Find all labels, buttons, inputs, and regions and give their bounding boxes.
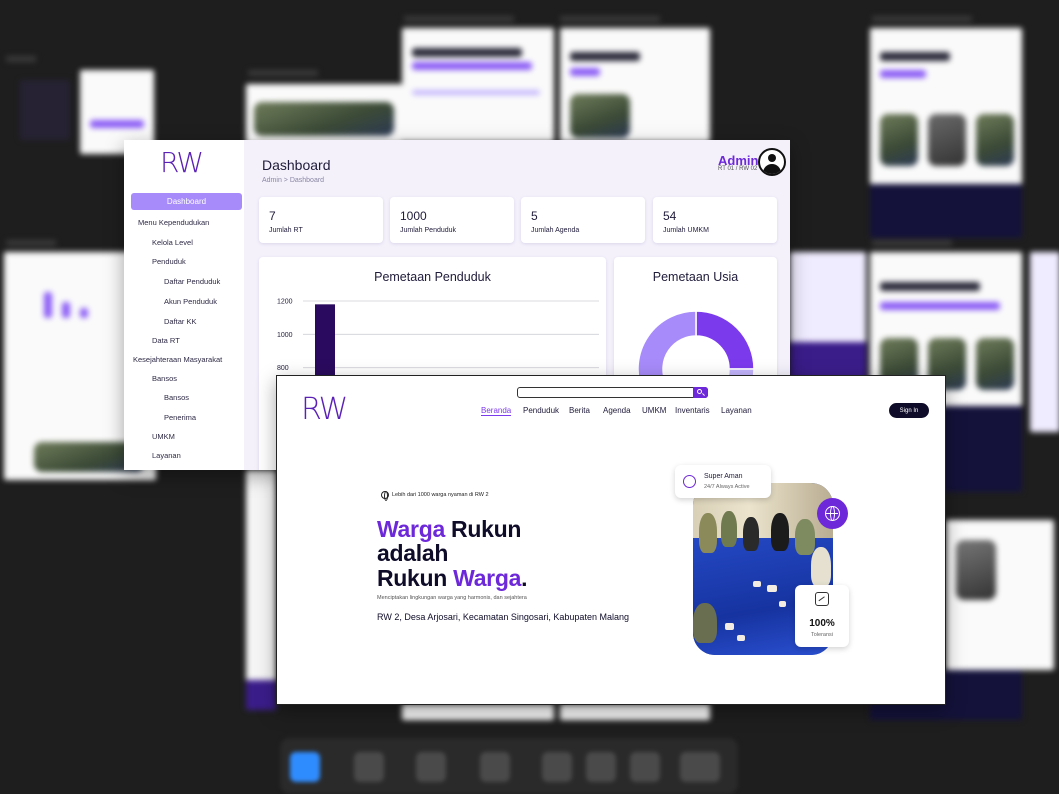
- shape-tool-icon[interactable]: [416, 752, 446, 782]
- hero-pill: Lebih dari 1000 warga nyaman di RW 2: [381, 491, 489, 501]
- frame-label: [560, 16, 660, 22]
- user-role: RT 01 / RW 02: [718, 166, 758, 172]
- sidebar-item-daftar-penduduk[interactable]: Daftar Penduduk: [164, 277, 220, 286]
- nav-beranda[interactable]: Beranda: [481, 406, 512, 416]
- frame-label: [6, 240, 56, 246]
- frame-logo: [20, 80, 70, 140]
- sidebar-item-bansos[interactable]: Bansos: [164, 393, 189, 402]
- stat-label: Jumlah Penduduk: [400, 227, 457, 234]
- frame-tool-icon[interactable]: [354, 752, 384, 782]
- move-tool-icon[interactable]: [290, 752, 320, 782]
- badge-label: Toleransi: [810, 632, 833, 638]
- y-tick-label: 1000: [277, 332, 293, 339]
- frame-label: [6, 56, 36, 62]
- y-tick-label: 1200: [277, 299, 293, 306]
- frame-label: [872, 16, 972, 22]
- frame-label: [872, 240, 952, 246]
- globe-icon: [381, 491, 389, 501]
- sidebar-item-penduduk[interactable]: Penduduk: [152, 257, 186, 266]
- badge-title: Super Aman: [704, 473, 743, 480]
- logo[interactable]: RW: [160, 146, 204, 179]
- stat-label: Jumlah Agenda: [531, 227, 580, 234]
- hero-headline-line2: adalah: [377, 540, 448, 567]
- hero-text: adalah: [377, 540, 449, 566]
- frame-umkm: [870, 28, 1022, 238]
- frame-label: [404, 16, 514, 22]
- stat-card-agenda: 5 Jumlah Agenda: [521, 197, 645, 243]
- dev-mode-toggle[interactable]: [680, 752, 720, 782]
- hero-text: .: [521, 565, 528, 591]
- nav-penduduk[interactable]: Penduduk: [523, 406, 559, 415]
- stat-value: 54: [663, 209, 677, 223]
- page-title: Dashboard: [262, 157, 331, 173]
- shield-icon: [683, 475, 696, 488]
- hero-accent: Warga: [377, 516, 445, 542]
- nav-inventaris[interactable]: Inventaris: [675, 406, 710, 415]
- sidebar-item-dashboard[interactable]: Dashboard: [131, 193, 242, 210]
- landing-page-frame: RW Beranda Penduduk Berita Agenda UMKM I…: [276, 375, 946, 705]
- pen-tool-icon[interactable]: [480, 752, 510, 782]
- sidebar-item-menu-kependudukan[interactable]: Menu Kependudukan: [138, 218, 209, 227]
- frame-label: [248, 70, 318, 76]
- comment-tool-icon[interactable]: [586, 752, 616, 782]
- stat-label: Jumlah RT: [269, 227, 303, 234]
- frame-bottom: [402, 704, 554, 720]
- stat-value: 1000: [400, 209, 427, 223]
- y-tick-label: 800: [277, 365, 289, 372]
- breadcrumb[interactable]: Admin > Dashboard: [262, 177, 324, 184]
- sidebar-item-layanan[interactable]: Layanan: [152, 451, 181, 460]
- nav-berita[interactable]: Berita: [569, 406, 590, 415]
- hero-text: Rukun: [377, 565, 454, 591]
- hero-text: Rukun: [444, 516, 522, 542]
- resources-tool-icon[interactable]: [630, 752, 660, 782]
- hero-headline-line3: Rukun Warga.: [377, 565, 527, 592]
- globe-icon: [825, 505, 840, 521]
- nav-agenda[interactable]: Agenda: [603, 406, 631, 415]
- design-toolbar: [280, 738, 738, 794]
- sidebar-item-kesejahteraan[interactable]: Kesejahteraan Masyarakat: [133, 355, 222, 364]
- stat-value: 7: [269, 209, 276, 223]
- hero-accent: Warga: [453, 565, 522, 591]
- text-tool-icon[interactable]: [542, 752, 572, 782]
- sidebar-item-kelola-level[interactable]: Kelola Level: [152, 238, 193, 247]
- frame-bottom: [560, 704, 710, 720]
- safety-badge: Super Aman 24/7 Always Active: [675, 465, 771, 498]
- stat-card-rt: 7 Jumlah RT: [259, 197, 383, 243]
- sidebar: RW Dashboard Menu Kependudukan Kelola Le…: [124, 140, 244, 470]
- frame-partial-left: [246, 470, 276, 710]
- logo[interactable]: RW: [301, 392, 348, 427]
- frame-edge: [1030, 252, 1059, 432]
- sign-in-button[interactable]: Sign In: [889, 403, 929, 418]
- frame-news: [246, 84, 402, 144]
- stat-card-penduduk: 1000 Jumlah Penduduk: [390, 197, 514, 243]
- nav-layanan[interactable]: Layanan: [721, 406, 752, 415]
- frame-detail: [402, 28, 554, 142]
- frame-right-bottom: [946, 520, 1054, 670]
- search-button[interactable]: [693, 387, 708, 398]
- sidebar-item-akun-penduduk[interactable]: Akun Penduduk: [164, 297, 217, 306]
- donut-slice: [695, 310, 755, 370]
- sidebar-item-daftar-kk[interactable]: Daftar KK: [164, 317, 197, 326]
- hero-headline-line1: Warga Rukun: [377, 516, 521, 543]
- sidebar-item-penerima[interactable]: Penerima: [164, 413, 196, 422]
- sidebar-item-bansos-group[interactable]: Bansos: [152, 374, 177, 383]
- sidebar-item-umkm[interactable]: UMKM: [152, 432, 175, 441]
- nav-umkm[interactable]: UMKM: [642, 406, 666, 415]
- pill-text: Lebih dari 1000 warga nyaman di RW 2: [392, 492, 489, 498]
- tolerance-badge: 100% Toleransi: [795, 585, 849, 647]
- avatar-icon[interactable]: [758, 148, 786, 176]
- globe-button[interactable]: [817, 498, 848, 529]
- chart-icon: [815, 592, 829, 606]
- stat-card-umkm: 54 Jumlah UMKM: [653, 197, 777, 243]
- badge-subtitle: 24/7 Always Active: [704, 484, 750, 490]
- stat-label: Jumlah UMKM: [663, 227, 709, 234]
- search-input[interactable]: [517, 387, 708, 398]
- stat-value: 5: [531, 209, 538, 223]
- hero-location: RW 2, Desa Arjosari, Kecamatan Singosari…: [377, 612, 629, 622]
- frame-agenda: [560, 28, 710, 142]
- badge-value: 100%: [809, 618, 835, 629]
- hero-subtitle: Menciptakan lingkungan warga yang harmon…: [377, 595, 527, 601]
- sidebar-item-data-rt[interactable]: Data RT: [152, 336, 180, 345]
